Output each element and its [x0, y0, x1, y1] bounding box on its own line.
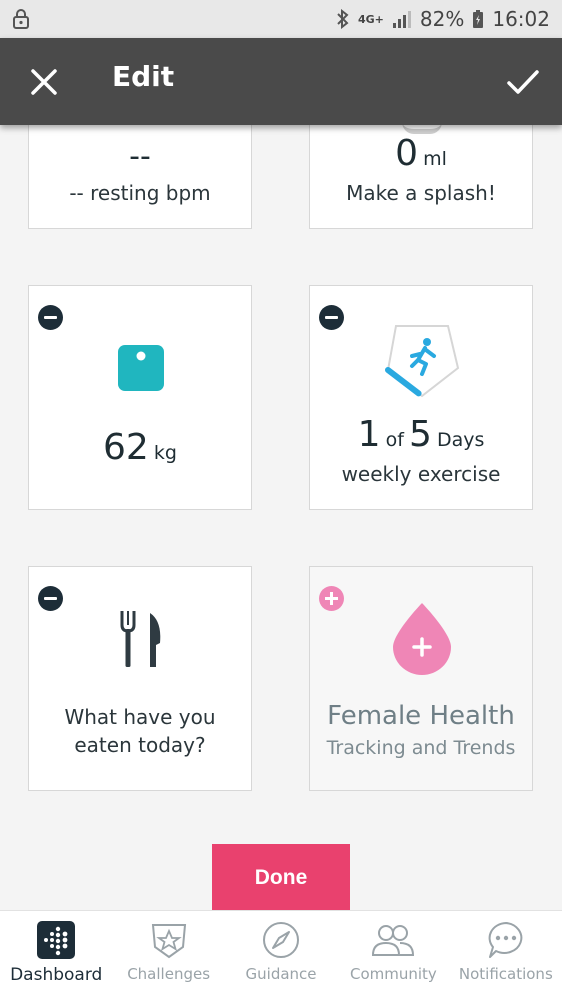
dashboard-icon [37, 921, 76, 959]
clock: 16:02 [492, 7, 550, 31]
exercise-count: 1 of 5 Days [310, 414, 532, 455]
female-health-title: Female Health [327, 701, 515, 731]
community-icon [372, 925, 415, 956]
weight-unit: kg [153, 442, 177, 464]
page-title: Edit [112, 60, 175, 93]
nav-label: Dashboard [10, 965, 103, 985]
scale-icon [118, 345, 164, 391]
done-button[interactable]: Done [212, 844, 350, 912]
status-bar: 4G+ 82% 16:02 [0, 0, 562, 38]
nav-community[interactable]: Community [337, 911, 449, 1000]
drop-plus-icon [393, 603, 451, 675]
nav-label: Notifications [458, 965, 553, 983]
bluetooth-icon [337, 9, 349, 29]
heart-rate-tile[interactable]: -- -- resting bpm [28, 110, 252, 229]
female-health-tile[interactable]: Female Health Tracking and Trends [309, 566, 533, 791]
exercise-done: 1 [357, 414, 381, 455]
battery-percent: 82% [419, 7, 465, 31]
exercise-tile[interactable]: 1 of 5 Days weekly exercise [309, 285, 533, 510]
compass-icon [263, 922, 300, 958]
water-label: Make a splash! [346, 181, 496, 205]
nav-label: Challenges [127, 965, 211, 983]
battery-icon [473, 10, 484, 28]
exercise-badge-icon [385, 325, 460, 398]
exercise-label: weekly exercise [341, 462, 501, 486]
water-value: 0 [395, 133, 418, 174]
nav-label: Guidance [245, 965, 317, 983]
weight-reading: 62 kg [29, 427, 251, 468]
exercise-goal: 5 [409, 414, 432, 455]
lock-icon [13, 9, 29, 29]
food-line-2: eaten today? [74, 733, 206, 757]
weight-tile[interactable]: 62 kg [28, 285, 252, 510]
challenges-icon [151, 924, 186, 959]
exercise-unit: Days [437, 429, 485, 451]
nav-dashboard[interactable]: Dashboard [0, 911, 112, 1000]
edit-header: Edit [0, 38, 562, 125]
signal-icon [392, 11, 411, 28]
nav-notifications[interactable]: Notifications [450, 911, 562, 1000]
check-icon[interactable] [506, 66, 540, 98]
water-tile[interactable]: 0 ml Make a splash! [309, 110, 533, 229]
exercise-of: of [385, 429, 404, 451]
notifications-icon [488, 922, 523, 958]
water-amount: 0 ml [310, 133, 532, 174]
add-tile-icon[interactable] [319, 586, 344, 611]
bottom-navigation: Dashboard Challenges Guidance Community … [0, 910, 562, 1000]
water-unit: ml [423, 148, 447, 170]
food-tile[interactable]: What have you eaten today? [28, 566, 252, 791]
remove-tile-icon[interactable] [319, 305, 344, 330]
fork-knife-icon [120, 611, 161, 667]
network-type: 4G+ [358, 12, 384, 26]
remove-tile-icon[interactable] [38, 305, 63, 330]
nav-challenges[interactable]: Challenges [112, 911, 224, 1000]
nav-guidance[interactable]: Guidance [225, 911, 337, 1000]
female-health-subtitle: Tracking and Trends [326, 737, 516, 759]
weight-value: 62 [103, 427, 149, 468]
heart-rate-value: -- [129, 139, 151, 174]
remove-tile-icon[interactable] [38, 586, 63, 611]
heart-rate-label: -- resting bpm [69, 181, 211, 205]
nav-label: Community [350, 965, 437, 983]
close-icon[interactable] [28, 66, 60, 98]
food-line-1: What have you [64, 705, 216, 729]
